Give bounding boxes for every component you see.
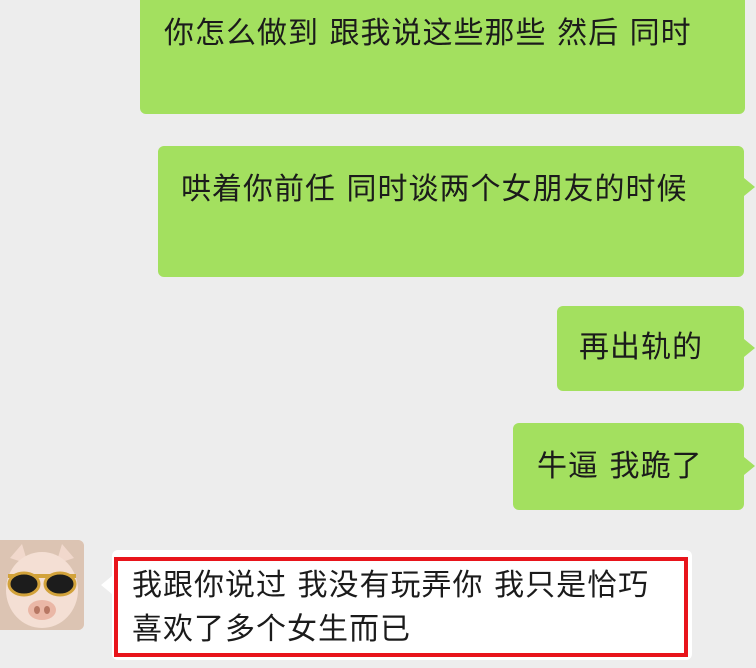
pig-with-sunglasses-icon bbox=[0, 540, 84, 630]
bubble-tail-5 bbox=[101, 576, 112, 594]
message-bubble-4[interactable]: 牛逼 我跪了 bbox=[513, 423, 744, 510]
message-text-4: 牛逼 我跪了 bbox=[537, 449, 703, 484]
highlight-box bbox=[114, 557, 688, 657]
message-bubble-2[interactable]: 哄着你前任 同时谈两个女朋友的时候 bbox=[158, 146, 744, 277]
message-text-2: 哄着你前任 同时谈两个女朋友的时候 bbox=[181, 172, 688, 207]
message-text-1: 你怎么做到 跟我说这些那些 然后 同时 bbox=[164, 16, 692, 51]
message-bubble-3[interactable]: 再出轨的 bbox=[557, 306, 744, 391]
bubble-tail-4 bbox=[744, 457, 755, 475]
bubble-tail-2 bbox=[744, 178, 755, 196]
message-text-3: 再出轨的 bbox=[579, 330, 703, 365]
contact-avatar[interactable] bbox=[0, 540, 84, 630]
message-bubble-1[interactable]: 你怎么做到 跟我说这些那些 然后 同时 bbox=[140, 0, 745, 114]
bubble-tail-3 bbox=[744, 339, 755, 357]
